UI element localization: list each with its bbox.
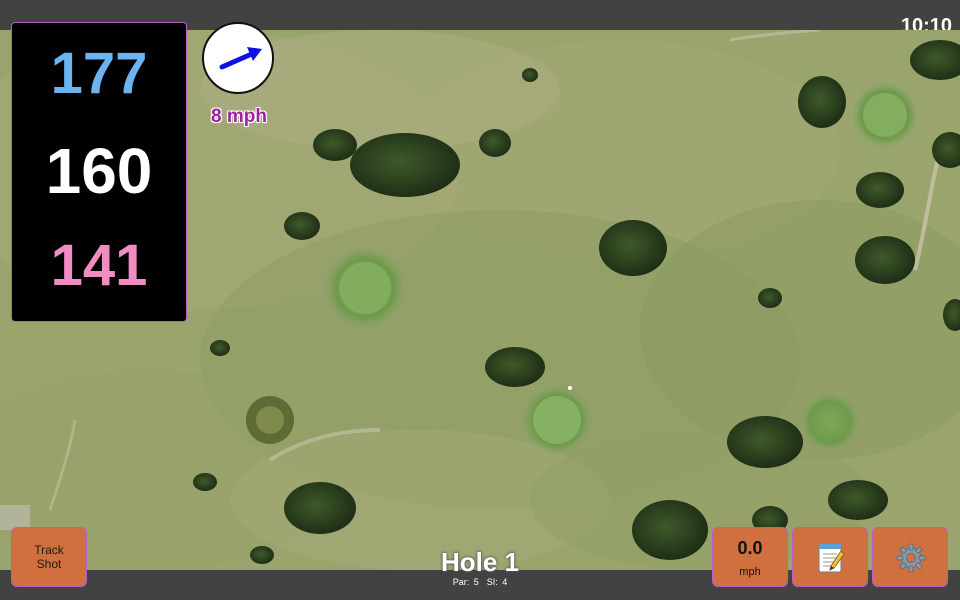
center-distance: 160 (45, 135, 153, 207)
hole-meta: Par: 5 SI: 4 (380, 577, 580, 587)
front-distance: 141 (50, 233, 148, 298)
wind-direction-arrow-icon (219, 47, 262, 70)
track-shot-label: Track Shot (34, 543, 64, 571)
hole-par: Par: 5 (452, 577, 479, 587)
wind-speed-label: 8 mph (211, 106, 267, 127)
golf-gps-app: 10:10 177 160 141 8 mph Track Shot Hole … (0, 0, 960, 600)
scorecard-button[interactable] (792, 527, 868, 587)
hole-stroke-index: SI: 4 (486, 577, 508, 587)
gear-icon (896, 543, 926, 573)
wind-speed-value: 0.0 (737, 538, 763, 558)
notepad-icon (818, 544, 845, 573)
wind-speed-button[interactable]: 0.0 mph (712, 527, 788, 587)
wind-speed-unit: mph (739, 566, 761, 578)
wind-direction-indicator (202, 22, 274, 94)
distance-panel: 177 160 141 (11, 22, 187, 322)
track-shot-button[interactable]: Track Shot (11, 527, 87, 587)
hole-title: Hole 1 (440, 547, 520, 577)
back-distance: 177 (50, 41, 148, 106)
settings-button[interactable] (872, 527, 948, 587)
